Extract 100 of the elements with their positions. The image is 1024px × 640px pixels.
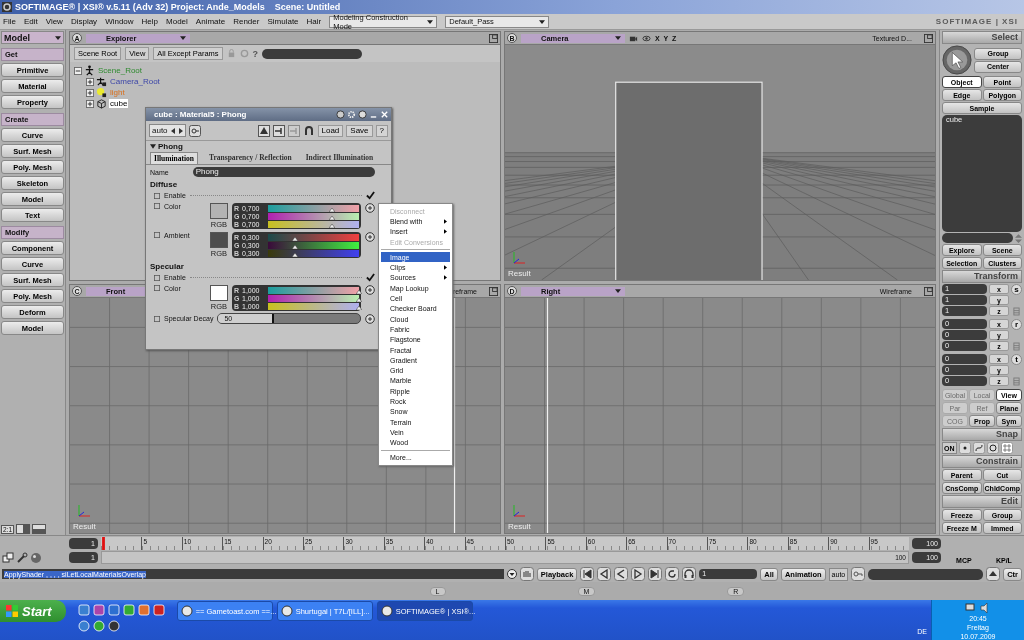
window-title: SOFTIMAGE® | XSI® v.5.11 (Adv 32) Project: Ande_Models Scene: Untitled bbox=[15, 2, 341, 12]
slider-thumb[interactable] bbox=[328, 223, 335, 228]
result-label: Result bbox=[508, 269, 531, 278]
speaker-icon[interactable] bbox=[979, 602, 991, 614]
quick-launch-icon[interactable] bbox=[122, 604, 135, 616]
property-editor-title: cube : Material5 : Phong bbox=[154, 110, 247, 119]
connection-icon[interactable] bbox=[365, 313, 375, 324]
key-icon[interactable] bbox=[188, 124, 201, 137]
connection-icon[interactable] bbox=[365, 232, 375, 242]
quick-launch-icon[interactable] bbox=[137, 604, 150, 616]
collapse-icon[interactable] bbox=[150, 144, 156, 149]
search-field[interactable] bbox=[262, 48, 363, 59]
play-back-icon[interactable] bbox=[614, 567, 629, 581]
menu-item[interactable]: Simulate bbox=[267, 17, 299, 26]
menu-item[interactable]: Window bbox=[105, 17, 134, 26]
color-swatch[interactable] bbox=[210, 232, 228, 248]
expand-icon[interactable] bbox=[86, 99, 94, 108]
menu-item[interactable]: Display bbox=[70, 17, 98, 26]
playhead-marker[interactable] bbox=[102, 537, 105, 550]
panel-header[interactable]: Select bbox=[942, 31, 1022, 44]
loop-icon[interactable] bbox=[665, 567, 680, 581]
menu-item[interactable]: Edit bbox=[23, 17, 38, 26]
pyramid-icon[interactable] bbox=[257, 124, 270, 137]
transform-mode-button[interactable]: s bbox=[1011, 284, 1022, 295]
quick-launch-icon[interactable] bbox=[92, 620, 105, 632]
caret-icon bbox=[539, 19, 546, 24]
quick-launch-icon[interactable] bbox=[77, 620, 90, 632]
curve-snap-icon[interactable] bbox=[972, 442, 985, 454]
key-icon[interactable] bbox=[851, 567, 866, 581]
transform-mode-button[interactable]: t bbox=[1011, 354, 1022, 365]
text-field[interactable] bbox=[942, 233, 1013, 243]
slider-thumb[interactable] bbox=[356, 289, 362, 294]
network-icon[interactable] bbox=[965, 602, 977, 614]
first-frame-icon[interactable] bbox=[580, 567, 595, 581]
expand-icon[interactable] bbox=[86, 88, 94, 97]
magnet-icon[interactable] bbox=[302, 124, 315, 137]
group-title: Specular bbox=[150, 262, 185, 271]
transform-mode-button[interactable]: r bbox=[1011, 319, 1022, 330]
menu-item[interactable]: Model bbox=[166, 17, 188, 26]
quick-launch-icon[interactable] bbox=[152, 604, 165, 616]
slider-thumb[interactable] bbox=[356, 305, 362, 310]
save-button[interactable]: Save bbox=[346, 124, 373, 137]
keying-field[interactable] bbox=[868, 568, 984, 580]
help-button[interactable]: ? bbox=[252, 48, 259, 59]
slider-thumb[interactable] bbox=[292, 252, 299, 257]
wrench-icon[interactable] bbox=[16, 552, 28, 564]
maximize-icon[interactable] bbox=[924, 33, 933, 43]
enable-checkbox[interactable] bbox=[366, 273, 375, 282]
menu-item[interactable]: Help bbox=[141, 17, 159, 26]
panel-header[interactable]: Edit bbox=[942, 495, 1022, 508]
color-swatch[interactable] bbox=[210, 285, 228, 301]
help-button[interactable]: ? bbox=[375, 124, 388, 137]
panel-header[interactable]: Snap bbox=[942, 428, 1022, 441]
quick-launch-icon[interactable] bbox=[107, 620, 120, 632]
panel-header[interactable]: Transform bbox=[942, 270, 1022, 283]
load-button[interactable]: Load bbox=[317, 124, 344, 137]
color-swatch[interactable] bbox=[210, 203, 228, 219]
circle-snap-icon[interactable] bbox=[986, 442, 999, 454]
pin-icon[interactable] bbox=[272, 124, 285, 137]
panel-header[interactable]: Constrain bbox=[942, 455, 1022, 468]
point-snap-icon[interactable] bbox=[958, 442, 971, 454]
layout-icon[interactable] bbox=[32, 524, 47, 534]
menu-item[interactable]: View bbox=[45, 17, 63, 26]
quick-launch-icon[interactable] bbox=[92, 604, 105, 616]
connection-icon[interactable] bbox=[365, 203, 375, 213]
quick-launch-icon[interactable] bbox=[107, 604, 120, 616]
name-field[interactable]: Phong bbox=[192, 167, 375, 177]
maximize-icon[interactable] bbox=[489, 286, 498, 296]
quick-launch-icon[interactable] bbox=[77, 604, 90, 616]
sphere-icon[interactable] bbox=[30, 552, 42, 564]
figure-icon bbox=[96, 76, 107, 87]
eye-icon[interactable] bbox=[642, 33, 651, 43]
preset-selector[interactable]: auto bbox=[149, 124, 186, 137]
play-icon[interactable] bbox=[631, 567, 646, 581]
menu-item[interactable]: Animate bbox=[195, 17, 226, 26]
maximize-icon[interactable] bbox=[924, 286, 933, 296]
close-icon[interactable] bbox=[380, 110, 389, 119]
logo-text: SOFTIMAGE | XSI bbox=[935, 17, 1018, 26]
axis-gizmo-icon bbox=[76, 503, 92, 519]
maximize-icon[interactable] bbox=[489, 33, 498, 43]
layout-icon[interactable] bbox=[16, 524, 31, 534]
headphones-icon[interactable] bbox=[682, 567, 697, 581]
menu-item[interactable]: Hair bbox=[306, 17, 322, 26]
connection-icon[interactable] bbox=[365, 285, 375, 295]
prev-key-icon[interactable] bbox=[597, 567, 612, 581]
sphere-icon[interactable] bbox=[336, 110, 345, 119]
expand-icon[interactable] bbox=[86, 77, 94, 86]
dropdown-icon[interactable] bbox=[506, 569, 517, 579]
enable-checkbox[interactable] bbox=[366, 191, 375, 200]
menu-item[interactable]: Render bbox=[233, 17, 260, 26]
menu-item[interactable]: File bbox=[3, 17, 16, 26]
last-frame-icon[interactable] bbox=[648, 567, 663, 581]
tree-item[interactable]: cube bbox=[109, 99, 129, 108]
app-icon bbox=[2, 2, 12, 12]
toolbar-mode-dropdown[interactable]: Model bbox=[1, 31, 64, 44]
layers-icon[interactable] bbox=[2, 552, 14, 564]
collapse-icon[interactable] bbox=[74, 66, 82, 75]
section-title[interactable]: Phong bbox=[158, 142, 183, 151]
checkmark-icon bbox=[366, 191, 375, 200]
tree-item[interactable]: Camera_Root bbox=[109, 77, 161, 86]
